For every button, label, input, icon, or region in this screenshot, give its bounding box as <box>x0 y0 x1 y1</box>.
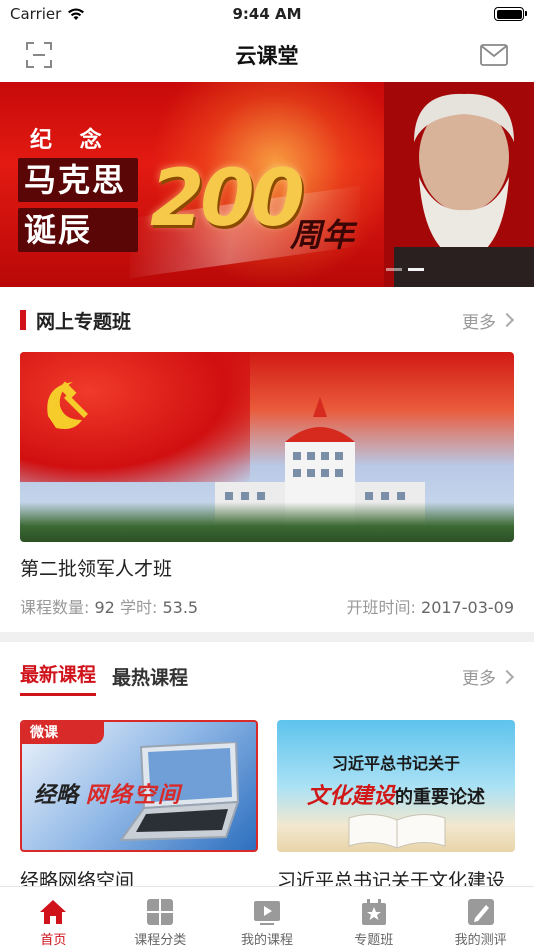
banner-line1: 马克思 <box>18 158 138 202</box>
featured-class-image[interactable] <box>20 352 514 542</box>
more-label: 更多 <box>462 669 496 689</box>
course-thumb-line2: 的重要论述 <box>395 787 485 808</box>
tab-hottest[interactable]: 最热课程 <box>112 663 188 696</box>
tab-label: 专题班 <box>354 933 394 948</box>
carousel-indicator <box>386 268 424 271</box>
banner-carousel[interactable]: 纪 念 马克思 诞辰 200 周年 <box>0 82 534 287</box>
star-board-icon <box>361 899 386 925</box>
course-thumb-text-b: 网络空间 <box>85 783 182 808</box>
page-title: 云课堂 <box>235 44 299 68</box>
tab-label: 我的课程 <box>240 933 293 948</box>
tab-my-courses[interactable]: 我的课程 <box>214 887 321 950</box>
course-thumbnail: 微课 经略 网络空间 <box>20 720 258 852</box>
home-icon <box>40 900 67 924</box>
start-date-value: 2017-03-09 <box>421 598 514 617</box>
hours-label: 学时: <box>119 598 158 617</box>
banner-suffix: 周年 <box>290 216 355 254</box>
banner-number: 200 <box>150 154 305 244</box>
chevron-right-icon <box>499 669 515 684</box>
nav-bar: 云课堂 <box>0 28 534 82</box>
banner-line2: 诞辰 <box>18 208 138 252</box>
hammer-sickle-icon <box>47 381 88 429</box>
section-marker <box>20 310 26 330</box>
portrait-image <box>384 82 534 287</box>
scan-icon[interactable] <box>26 42 52 68</box>
tab-label: 课程分类 <box>134 933 187 948</box>
chevron-right-icon <box>499 312 515 328</box>
tab-course-category[interactable]: 课程分类 <box>107 887 214 950</box>
course-count-value: 92 <box>94 598 115 617</box>
status-bar: Carrier 9:44 AM <box>0 0 534 28</box>
courses-more-link[interactable]: 更多 <box>462 664 515 689</box>
course-thumb-highlight: 文化建设 <box>306 784 395 809</box>
tab-home[interactable]: 首页 <box>0 887 107 950</box>
course-tabs: 最新课程 最热课程 <box>20 660 188 696</box>
course-count-label: 课程数量: <box>20 598 90 617</box>
banner-kicker: 纪 念 <box>30 128 112 153</box>
more-link[interactable]: 更多 <box>462 308 515 333</box>
tab-topic-class[interactable]: 专题班 <box>320 887 427 950</box>
tab-latest[interactable]: 最新课程 <box>20 660 97 696</box>
section-divider <box>0 632 534 642</box>
book-image <box>348 814 446 849</box>
bottom-tab-bar: 首页 课程分类 我的课程 专题班 我的测评 <box>0 886 534 950</box>
more-label: 更多 <box>462 312 496 333</box>
section-title: 网上专题班 <box>36 310 132 333</box>
hours-value: 53.5 <box>162 598 199 617</box>
battery-icon <box>494 7 527 21</box>
tab-label: 我的测评 <box>454 933 507 948</box>
course-thumb-line1: 习近平总书记关于 <box>331 754 460 773</box>
mail-icon[interactable] <box>480 44 508 66</box>
pen-icon <box>467 899 494 925</box>
tab-my-assessment[interactable]: 我的测评 <box>427 887 534 950</box>
grid-icon <box>147 899 174 925</box>
carousel-dot <box>386 268 402 271</box>
featured-class-title[interactable]: 第二批领军人才班 <box>20 554 172 581</box>
course-card[interactable]: 微课 经略 网络空间 经略网络空间 <box>20 720 258 893</box>
course-thumbnail: 习近平总书记关于 文化建设的重要论述 <box>277 720 515 852</box>
course-thumb-text-a: 经略 <box>34 783 79 808</box>
carousel-dot-active <box>408 268 424 271</box>
tab-label: 首页 <box>40 933 67 948</box>
course-card[interactable]: 习近平总书记关于 文化建设的重要论述 习近平总书记关于文化建设 <box>277 720 515 893</box>
start-date-label: 开班时间: <box>346 598 416 617</box>
section-online-header: 网上专题班 更多 <box>0 300 534 340</box>
micro-course-badge: 微课 <box>22 722 104 744</box>
status-time: 9:44 AM <box>232 5 302 23</box>
play-icon <box>253 901 280 925</box>
